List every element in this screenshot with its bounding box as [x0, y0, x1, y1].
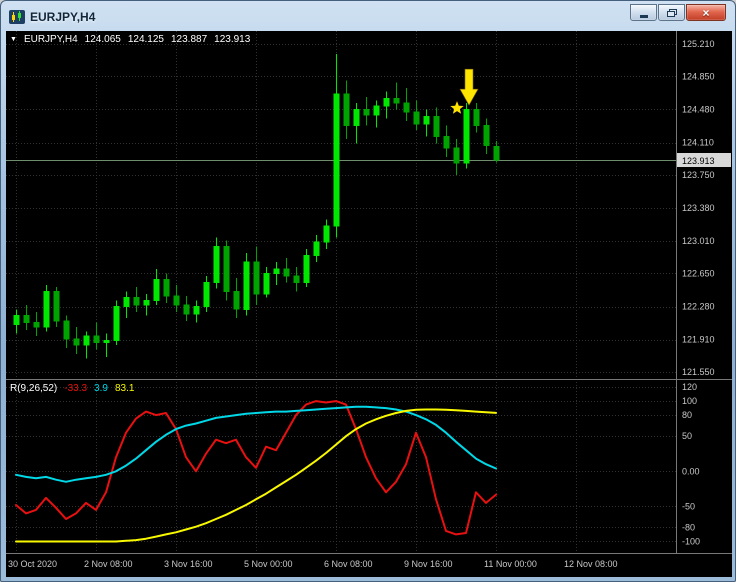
- indicator-axis-label: 50: [682, 431, 692, 441]
- candle-body: [173, 295, 180, 306]
- candle-body: [423, 116, 430, 125]
- candle-body: [313, 241, 320, 257]
- candle-body: [123, 297, 130, 308]
- chart-app-icon: [9, 10, 25, 24]
- candle-body: [113, 306, 120, 342]
- candle-body: [183, 304, 190, 315]
- candle-body: [133, 297, 140, 306]
- candle-body: [243, 261, 250, 310]
- price-chart-canvas[interactable]: 125.210 124.850 124.480 124.110 123.750 123.3…: [6, 31, 732, 577]
- price-axis-label: 121.550: [682, 367, 715, 377]
- candle-body: [483, 125, 490, 146]
- bid-price-tag-label: 123.913: [682, 156, 715, 166]
- time-axis-label: 3 Nov 16:00: [164, 559, 213, 569]
- price-axis-label: 123.380: [682, 203, 715, 213]
- price-axis-label: 124.850: [682, 71, 715, 81]
- candle-body: [333, 93, 340, 227]
- time-axis-label: 11 Nov 00:00: [484, 559, 537, 569]
- candle-body: [363, 108, 370, 116]
- candle-body: [413, 111, 420, 125]
- minimize-button[interactable]: [630, 4, 657, 21]
- minimize-icon: [639, 14, 648, 18]
- candle-body: [383, 98, 390, 107]
- indicator-axis-label: 80: [682, 410, 692, 420]
- candle-body: [353, 108, 360, 127]
- candle-body: [373, 105, 380, 116]
- candle-body: [223, 246, 230, 292]
- candle-body: [443, 135, 450, 149]
- price-axis-label: 124.480: [682, 104, 715, 114]
- candle-body: [293, 275, 300, 283]
- time-axis-label: 9 Nov 16:00: [404, 559, 453, 569]
- close-icon: ×: [702, 5, 710, 20]
- time-axis-label: 6 Nov 08:00: [324, 559, 373, 569]
- candle-body: [103, 340, 110, 343]
- candle-body: [263, 272, 270, 295]
- candle-body: [13, 315, 20, 325]
- price-axis-label: 122.280: [682, 302, 715, 312]
- candle-body: [203, 281, 210, 308]
- candle-body: [73, 338, 80, 346]
- candle-body: [163, 279, 170, 297]
- indicator-axis-label: -80: [682, 522, 695, 532]
- time-axis-label: 30 Oct 2020: [8, 559, 57, 569]
- price-axis-label: 123.750: [682, 170, 715, 180]
- titlebar[interactable]: EURJPY,H4 ×: [6, 1, 730, 31]
- candle-body: [143, 299, 150, 306]
- candle-body: [83, 335, 90, 346]
- indicator-line-aqua: [15, 405, 497, 483]
- down-arrow-marker-icon: [459, 68, 479, 106]
- candle-body: [53, 290, 60, 322]
- indicator-axis-label: 100: [682, 396, 697, 406]
- candle-body: [283, 268, 290, 277]
- candle-body: [63, 320, 70, 340]
- star-marker-icon: [450, 101, 464, 114]
- candle-body: [23, 315, 30, 324]
- candle-body: [93, 335, 100, 344]
- candle-body: [193, 306, 200, 315]
- indicator-axis-label: -50: [682, 501, 695, 511]
- restore-icon: [666, 8, 677, 17]
- window-title: EURJPY,H4: [30, 10, 96, 24]
- candle-body: [393, 98, 400, 104]
- candle-body: [343, 93, 350, 127]
- chart-client-area[interactable]: 125.210 124.850 124.480 124.110 123.750 123.3…: [6, 31, 732, 577]
- candle-body: [153, 279, 160, 301]
- candle-body: [273, 268, 280, 274]
- mt4-chart-window: EURJPY,H4 × 125.210 124.850 124.480 124.110…: [0, 0, 736, 582]
- window-controls: ×: [630, 4, 726, 21]
- candle-body: [303, 255, 310, 283]
- indicator-axis-label: 120: [682, 382, 697, 392]
- candle-body: [33, 322, 40, 328]
- candle-body: [473, 108, 480, 127]
- indicator-axis-label: 0.00: [682, 466, 700, 476]
- price-axis-label: 122.650: [682, 268, 715, 278]
- candle-body: [453, 147, 460, 164]
- restore-button[interactable]: [658, 4, 685, 21]
- candle-body: [213, 246, 220, 283]
- time-axis-label: 2 Nov 08:00: [84, 559, 133, 569]
- candle-body: [403, 102, 410, 113]
- candle-body: [323, 225, 330, 243]
- price-axis-label: 123.010: [682, 236, 715, 246]
- price-axis-label: 125.210: [682, 39, 715, 49]
- candle-body: [43, 290, 50, 328]
- candle-body: [253, 261, 260, 295]
- symbol-dropdown-icon[interactable]: ▼: [10, 36, 17, 43]
- candle-body: [463, 108, 470, 164]
- close-button[interactable]: ×: [686, 4, 726, 21]
- candle-body: [233, 290, 240, 310]
- time-axis-label: 12 Nov 08:00: [564, 559, 618, 569]
- candle-body: [433, 116, 440, 137]
- indicator-axis-label: -100: [682, 537, 700, 547]
- price-axis-label: 121.910: [682, 335, 715, 345]
- time-axis-label: 5 Nov 00:00: [244, 559, 293, 569]
- candle-body: [493, 146, 500, 161]
- price-axis-label: 124.110: [682, 138, 714, 148]
